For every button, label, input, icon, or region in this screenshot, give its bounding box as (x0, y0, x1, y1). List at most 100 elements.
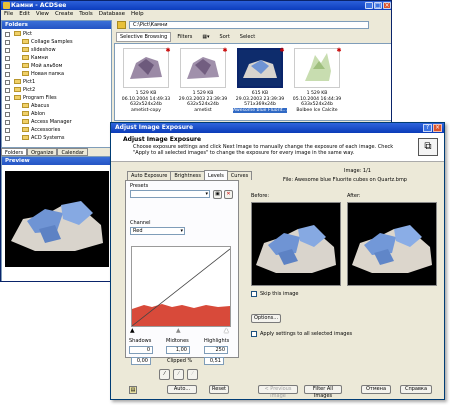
thumbnail-item[interactable]: ✱ 1 529 KB 06.10.2004 14:49:33 632x524x2… (119, 48, 173, 120)
tree-checkbox[interactable] (5, 136, 10, 141)
cancel-button[interactable]: Отмена (361, 385, 391, 394)
tab-curves[interactable]: Curves (226, 171, 253, 180)
menu-file[interactable]: File (4, 10, 13, 19)
folder-icon (22, 55, 29, 60)
white-eyedropper-icon[interactable]: ⁄ (187, 369, 198, 380)
menu-edit[interactable]: Edit (19, 10, 30, 19)
tree-checkbox[interactable] (5, 72, 10, 77)
clipped-right-input[interactable]: 0,51 (204, 357, 224, 365)
filters-button[interactable]: Filters (173, 32, 196, 42)
menu-tools[interactable]: Tools (79, 10, 93, 19)
apply-all-checkbox[interactable] (251, 331, 257, 337)
tree-item[interactable]: Access Manager (5, 119, 72, 126)
menu-view[interactable]: View (36, 10, 49, 19)
tab-brightness[interactable]: Brightness (170, 171, 205, 180)
tab-organize[interactable]: Organize (27, 148, 58, 156)
help-icon[interactable]: ? (423, 124, 432, 132)
tree-checkbox[interactable] (5, 96, 10, 101)
tree-checkbox[interactable] (5, 88, 10, 93)
tree-checkbox[interactable] (5, 48, 10, 53)
highlights-label: Highlights (204, 338, 230, 344)
menu-database[interactable]: Database (99, 10, 125, 19)
tab-folders[interactable]: Folders (1, 148, 28, 156)
gray-eyedropper-icon[interactable]: ⁄ (173, 369, 184, 380)
auto-button[interactable]: Auto... (167, 385, 197, 394)
midtones-handle-icon[interactable]: ▲ (176, 327, 181, 334)
delete-preset-icon[interactable]: ✕ (224, 190, 233, 199)
close-icon[interactable]: × (383, 2, 391, 9)
skip-image-checkbox[interactable] (251, 291, 257, 297)
options-button[interactable]: Options... (251, 314, 281, 323)
tree-item[interactable]: Pict (5, 31, 32, 38)
address-bar: C:\Pict\Камни (114, 20, 391, 30)
highlights-input[interactable]: 250 (204, 346, 228, 354)
tab-levels[interactable]: Levels (204, 170, 228, 180)
tree-item[interactable]: Accessories (5, 127, 60, 134)
tree-checkbox[interactable] (5, 104, 10, 109)
level-slider[interactable]: ▲ ▲ ▲ (130, 327, 232, 334)
help-button[interactable]: Справка (400, 385, 432, 394)
shadows-handle-icon[interactable]: ▲ (130, 327, 135, 334)
black-eyedropper-icon[interactable]: ⁄ (159, 369, 170, 380)
path-input[interactable]: C:\Pict\Камни (129, 21, 369, 29)
thumbnail-image (180, 48, 226, 88)
tree-checkbox[interactable] (5, 56, 10, 61)
filter-all-images-button[interactable]: Filter All Images (304, 385, 342, 399)
tree-checkbox[interactable] (5, 64, 10, 69)
tree-item-label: Pict2 (23, 87, 36, 93)
levels-histogram (131, 246, 231, 327)
tree-item[interactable]: Новая папка (5, 71, 64, 78)
menu-bar: File Edit View Create Tools Database Hel… (1, 10, 391, 19)
tree-item[interactable]: Program Files (5, 95, 57, 102)
tree-checkbox[interactable] (5, 32, 10, 37)
flag-icon: ✱ (222, 47, 228, 54)
midtones-input[interactable]: 1,00 (166, 346, 190, 354)
tree-item[interactable]: Abacus (5, 103, 49, 110)
shadows-input[interactable]: 0 (129, 346, 153, 354)
selective-browsing-button[interactable]: Selective Browsing (116, 31, 172, 42)
close-icon[interactable]: × (433, 124, 442, 132)
thumbnail-image (294, 48, 340, 88)
previous-image-button[interactable]: < Previous Image (258, 385, 298, 399)
menu-create[interactable]: Create (55, 10, 73, 19)
tree-item[interactable]: Pict1 (5, 79, 35, 86)
sort-button[interactable]: Sort (216, 32, 234, 42)
minimize-icon[interactable]: _ (365, 2, 373, 9)
tree-item[interactable]: Ablon (5, 111, 46, 118)
tree-checkbox[interactable] (5, 120, 10, 125)
highlights-handle-icon[interactable]: ▲ (224, 327, 229, 334)
channel-dropdown[interactable]: Red ▾ (130, 227, 185, 235)
view-mode-icon[interactable]: ▦▾ (198, 32, 213, 42)
tree-checkbox[interactable] (5, 40, 10, 45)
tree-item[interactable]: Pict2 (5, 87, 36, 94)
tree-item[interactable]: slideshow (5, 47, 56, 54)
channel-label: Channel (130, 220, 151, 226)
clipped-left-input[interactable]: 0,00 (131, 357, 151, 365)
tree-item[interactable]: Камни (5, 55, 48, 62)
flag-icon: ✱ (336, 47, 342, 54)
tree-item[interactable]: Collage Samples (5, 39, 73, 46)
thumbnail-item-selected[interactable]: ✱ 615 KB 29.03.2003 23:39:39 571x369x24b… (233, 48, 287, 120)
reset-button[interactable]: Reset (209, 385, 229, 394)
folder-icon (22, 39, 29, 44)
tree-item-label: Ablon (31, 111, 46, 117)
tree-item[interactable]: ACD Systems (5, 135, 65, 142)
tree-item[interactable]: Мой альбом (5, 63, 62, 70)
menu-help[interactable]: Help (131, 10, 144, 19)
thumbnail-item[interactable]: ✱ 1 529 KB 05.10.2004 16:44:39 633x524x2… (290, 48, 344, 120)
clipboard-icon[interactable]: ▤ (129, 386, 137, 394)
thumbnail-image (237, 48, 283, 88)
tree-checkbox[interactable] (5, 128, 10, 133)
folders-panel-title: Folders (2, 21, 111, 29)
tab-auto-exposure[interactable]: Auto Exposure (127, 171, 172, 180)
save-preset-icon[interactable]: ▣ (213, 190, 222, 199)
dialog-header: Adjust Image Exposure Choose exposure se… (111, 133, 444, 162)
thumbnail-item[interactable]: ✱ 1 529 KB 29.03.2003 23:39:39 632x524x2… (176, 48, 230, 120)
flag-icon: ✱ (279, 47, 285, 54)
select-button[interactable]: Select (236, 32, 259, 42)
tree-checkbox[interactable] (5, 112, 10, 117)
tab-calendar[interactable]: Calendar (57, 148, 88, 156)
presets-dropdown[interactable]: ▾ (130, 190, 210, 198)
tree-checkbox[interactable] (5, 80, 10, 85)
maximize-icon[interactable]: □ (374, 2, 382, 9)
